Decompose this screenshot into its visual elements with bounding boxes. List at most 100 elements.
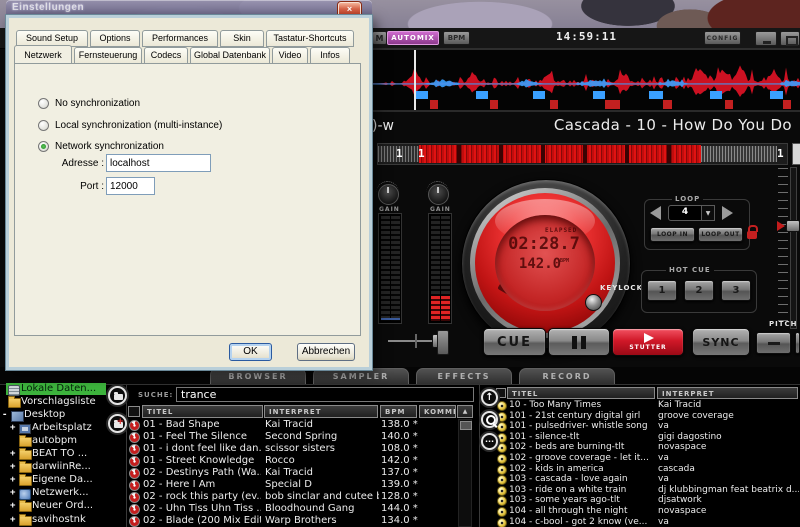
track-row[interactable]: 01 - Street Knowledge Rocco142.0 *	[0, 455, 480, 467]
pitch-slider-handle[interactable]	[786, 220, 800, 232]
radio-label-network-synchronization: Network synchronization	[55, 141, 164, 152]
tab-skin[interactable]: Skin	[220, 30, 264, 47]
side-column-interpret[interactable]: INTERPRET	[657, 387, 798, 399]
port-label: Port :	[20, 181, 104, 192]
pause-button[interactable]	[548, 328, 610, 356]
track-artist-cell: Kai Tracid	[265, 467, 379, 478]
track-bpm-cell: 134.0 *	[381, 515, 441, 526]
pitch-zero-marker	[777, 221, 785, 231]
beat-marker-red	[725, 100, 733, 109]
config-button[interactable]: CONFIG	[704, 31, 741, 45]
ok-button[interactable]: OK	[229, 343, 272, 361]
radio-local-synchronization-multi-instance[interactable]	[38, 120, 49, 131]
track-title-cell: 02 - Destinys Path (Wa...	[143, 467, 261, 478]
track-row[interactable]: 02 - Destinys Path (Wa...Kai Tracid137.0…	[0, 467, 480, 479]
beat-marker-blue	[649, 91, 663, 99]
bpm-display: 142.0	[498, 256, 582, 272]
track-row[interactable]: 02 - Uhn Tiss Uhn Tiss ...Bloodhound Gan…	[0, 503, 480, 515]
track-row[interactable]: 02 - rock this party (ev...bob sinclar a…	[0, 491, 480, 503]
sync-button[interactable]: SYNC	[692, 328, 750, 356]
radio-label-no-synchronization: No synchronization	[55, 98, 140, 109]
port-input[interactable]	[106, 177, 155, 195]
beat-marker-red	[783, 100, 791, 109]
more-options-button[interactable]: ···	[481, 433, 498, 450]
analyzed-disc-icon	[129, 516, 140, 527]
track-artist-cell: Special D	[265, 479, 379, 490]
add-folder-button[interactable]: +	[108, 414, 127, 433]
tab-options[interactable]: Options	[90, 30, 140, 47]
track-title-cell: 01 - Street Knowledge	[143, 455, 261, 466]
analyzed-disc-icon	[129, 420, 140, 431]
loop-lock-icon[interactable]	[747, 231, 757, 239]
elapsed-label: ELAPSED	[545, 227, 577, 234]
track-artist-cell: Bloodhound Gang	[265, 503, 379, 514]
track-bpm-cell: 144.0 *	[381, 503, 441, 514]
tab-global-datenbank[interactable]: Global Datenbank	[190, 47, 270, 64]
search-tools-button[interactable]	[481, 411, 498, 428]
loop-double-button[interactable]	[722, 206, 733, 220]
side-column-titel[interactable]: TITEL	[507, 387, 655, 399]
track-row[interactable]: 01 - Bad ShapeKai Tracid138.0 *	[0, 419, 480, 431]
address-input[interactable]	[106, 154, 211, 172]
loop-half-button[interactable]	[650, 206, 661, 220]
panel-tab-record[interactable]: RECORD	[519, 368, 615, 384]
track-artist-cell: Rocco	[265, 455, 379, 466]
cue-button[interactable]: CUE	[483, 328, 546, 356]
pitch-slider-track[interactable]	[790, 167, 797, 329]
track-artist-cell: bob sinclar and cutee b...	[265, 491, 379, 502]
clock-display: 14:59:11	[556, 30, 616, 45]
pitch-minus-button[interactable]	[756, 332, 791, 354]
tab-video[interactable]: Video	[272, 47, 308, 64]
loop-length-box: 4	[668, 205, 702, 221]
minimize-button[interactable]	[755, 31, 777, 46]
tab-infos[interactable]: Infos	[310, 47, 350, 64]
tab-codecs[interactable]: Codecs	[144, 47, 188, 64]
track-title-cell: 01 - i dont feel like dan...	[143, 443, 261, 454]
bpm-unit-label: BPM	[560, 258, 569, 264]
beat-marker-red	[490, 100, 498, 109]
loop-length-dropdown[interactable]: ▼	[702, 205, 715, 221]
beat-marker-red	[550, 100, 558, 109]
beat-marker-blue	[593, 91, 605, 99]
virtualdj-app: M AUTOMIX BPM 14:59:11 CONFIG )-w Cascad…	[0, 0, 800, 527]
track-title-cell: 02 - Blade (200 Mix Edit)	[143, 515, 261, 526]
play-icon	[644, 333, 654, 343]
track-bpm-cell: 140.0 *	[381, 431, 441, 442]
hot-cue-2-button[interactable]: 2	[684, 280, 714, 301]
track-artist-cell: Warp Brothers	[265, 515, 379, 526]
position-marker: 1	[777, 147, 784, 160]
hot-cue-3-button[interactable]: 3	[721, 280, 751, 301]
loop-length-value: 4	[669, 207, 701, 217]
pitch-label: PITCH	[769, 320, 798, 328]
hot-cue-1-button[interactable]: 1	[647, 280, 677, 301]
keylock-button[interactable]	[585, 294, 602, 311]
analyzed-disc-icon	[129, 480, 140, 491]
magnifier-icon	[486, 415, 496, 425]
analyzed-disc-icon	[129, 504, 140, 515]
analyzed-disc-icon	[129, 444, 140, 455]
track-row[interactable]: 02 - Here I AmSpecial D139.0 *	[0, 479, 480, 491]
loop-out-button[interactable]: LOOP OUT	[698, 227, 743, 242]
track-row[interactable]: 01 - Feel The SilenceSecond Spring140.0 …	[0, 431, 480, 443]
pitch-plus-button[interactable]	[795, 332, 800, 354]
tab-fernsteuerung[interactable]: Fernsteuerung	[74, 47, 142, 64]
move-up-button[interactable]: ↑	[481, 389, 498, 406]
track-bpm-cell: 128.0 *	[381, 491, 441, 502]
tab-performances[interactable]: Performances	[142, 30, 218, 47]
cancel-button[interactable]: Abbrechen	[297, 343, 355, 361]
favorite-folder-button[interactable]	[108, 386, 127, 405]
dialog-titlebar[interactable]: Einstellungen	[6, 0, 372, 16]
stutter-button[interactable]: STUTTER	[612, 328, 684, 356]
beat-marker-red	[663, 100, 672, 109]
track-title-cell: 01 - Feel The Silence	[143, 431, 261, 442]
track-row[interactable]: 02 - Blade (200 Mix Edit) Warp Brothers13…	[0, 515, 480, 527]
track-bpm-cell: 142.0 *	[381, 455, 441, 466]
tab-tastatur-shortcuts[interactable]: Tastatur-Shortcuts	[266, 30, 354, 47]
window-mode-button[interactable]	[780, 31, 800, 46]
radio-no-synchronization[interactable]	[38, 98, 49, 109]
loop-in-button[interactable]: LOOP IN	[650, 227, 695, 242]
radio-network-synchronization[interactable]	[38, 141, 49, 152]
keylock-label: KEYLOCK	[600, 284, 643, 292]
track-bpm-cell: 108.0 *	[381, 443, 441, 454]
track-row[interactable]: 01 - i dont feel like dan...scissor sist…	[0, 443, 480, 455]
